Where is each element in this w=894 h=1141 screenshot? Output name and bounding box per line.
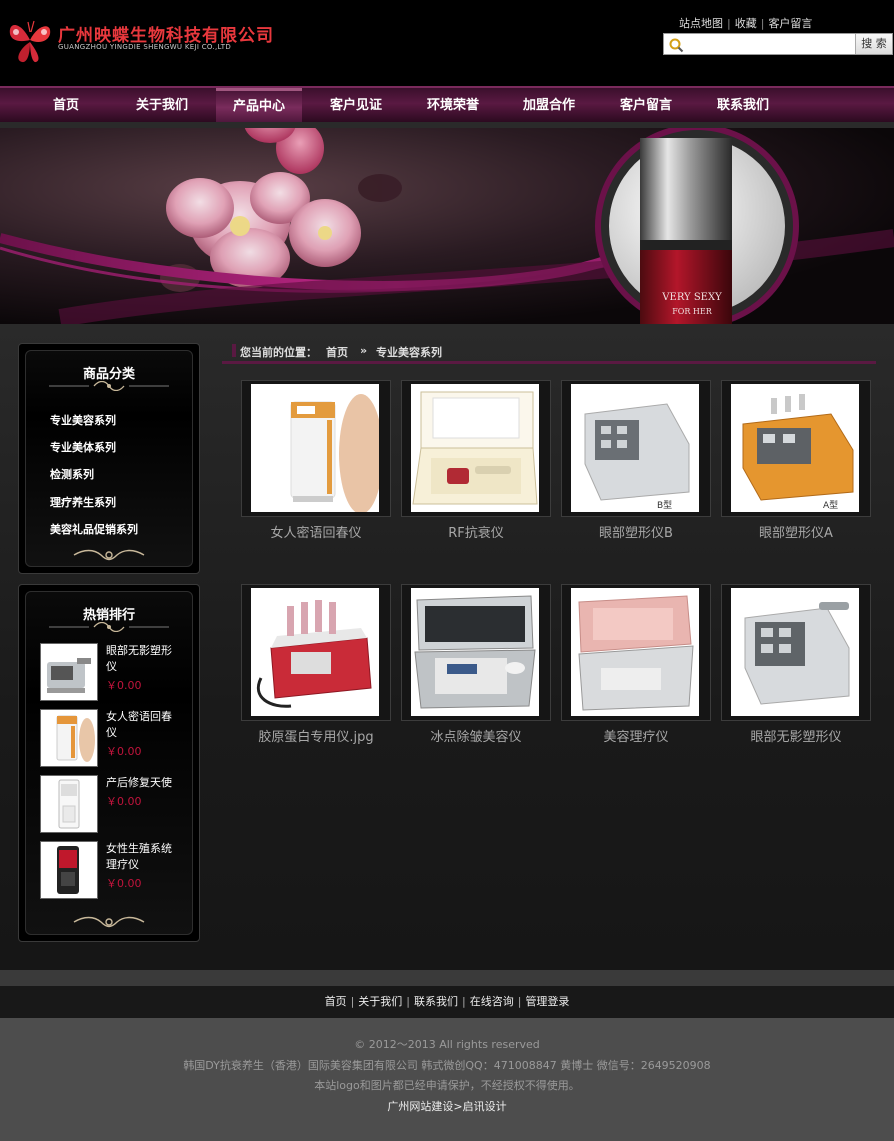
product-tag: A型 xyxy=(823,500,838,511)
hot-item-price: ￥0.00 xyxy=(106,877,142,890)
product-image[interactable] xyxy=(411,384,539,512)
footer-credit-prefix[interactable]: 广州网站建设 xyxy=(387,1100,453,1113)
category-item[interactable]: 美容礼品促销系列 xyxy=(50,521,138,537)
search-input[interactable] xyxy=(686,36,854,52)
product-image[interactable]: A型 xyxy=(731,384,859,512)
nav-item-products[interactable]: 产品中心 xyxy=(216,88,302,124)
footer-credit-link[interactable]: 启讯设计 xyxy=(463,1100,507,1113)
hot-item-price: ￥0.00 xyxy=(106,679,142,692)
hot-item[interactable]: 眼部无影塑形仪 ￥0.00 xyxy=(40,643,190,703)
category-item[interactable]: 理疗养生系列 xyxy=(50,494,116,510)
bookmark-link[interactable]: 收藏 xyxy=(735,17,757,30)
breadcrumb: 您当前的位置： 首页 » 专业美容系列 xyxy=(222,338,876,364)
top-link-separator: | xyxy=(727,17,731,30)
main-content: 商品分类 专业美容系列 专业美体系列 检测系列 理疗养生系列 美容礼品促销系列 xyxy=(0,324,894,970)
category-item[interactable]: 专业美容系列 xyxy=(50,412,116,428)
ornament-divider-icon xyxy=(49,622,169,632)
product-name[interactable]: 冰点除皱美容仪 xyxy=(391,726,561,745)
banner-text-sub: FOR HER xyxy=(672,307,712,316)
logo-company-name-en: GUANGZHOU YINGDIE SHENGWU KEJI CO.,LTD xyxy=(58,43,232,51)
product-name[interactable]: 眼部无影塑形仪 xyxy=(711,726,881,745)
nav-item-home[interactable]: 首页 xyxy=(23,88,109,124)
footer-copyright: © 2012～2013 All rights reserved xyxy=(354,1038,540,1051)
footer-link-home[interactable]: 首页 xyxy=(325,995,347,1008)
top-link-separator: | xyxy=(760,17,765,30)
breadcrumb-home-link[interactable]: 首页 xyxy=(326,344,348,360)
product-name[interactable]: 眼部塑形仪B xyxy=(551,522,721,541)
category-item[interactable]: 专业美体系列 xyxy=(50,439,116,455)
search-icon xyxy=(669,38,684,53)
logo[interactable]: 广州映蝶生物科技有限公司 GUANGZHOU YINGDIE SHENGWU K… xyxy=(6,12,286,70)
hot-item[interactable]: 女人密语回春仪 ￥0.00 xyxy=(40,709,190,769)
hot-item[interactable]: 产后修复天使 ￥0.00 xyxy=(40,775,190,835)
product-image[interactable] xyxy=(251,588,379,716)
top-links: 站点地图 | 收藏 | 客户留言 xyxy=(679,15,812,31)
nav-item-guestbook[interactable]: 客户留言 xyxy=(603,88,689,124)
product-image[interactable] xyxy=(571,588,699,716)
breadcrumb-current: 专业美容系列 xyxy=(376,346,442,359)
footer-link-admin-login[interactable]: 管理登录 xyxy=(525,995,569,1008)
breadcrumb-separator: » xyxy=(360,344,368,357)
footer-link-contact[interactable]: 联系我们 xyxy=(414,995,458,1008)
hot-item-thumbnail[interactable] xyxy=(40,709,98,767)
hot-item-thumbnail[interactable] xyxy=(40,775,98,833)
ornament-divider-icon xyxy=(73,549,145,561)
footer-company: 韩国DY抗衰养生（香港）国际美容集团有限公司 韩式微创QQ：471008847 … xyxy=(183,1059,711,1072)
banner-text-main: VERY SEXY xyxy=(661,292,722,303)
hot-item-name[interactable]: 眼部无影塑形仪 xyxy=(106,643,178,675)
hot-ranking-title: 热销排行 xyxy=(82,608,135,623)
header: 广州映蝶生物科技有限公司 GUANGZHOU YINGDIE SHENGWU K… xyxy=(0,0,894,86)
search-box: 搜 索 xyxy=(663,33,893,55)
hot-item-price: ￥0.00 xyxy=(106,745,142,758)
ornament-divider-icon xyxy=(49,381,169,391)
hot-item-thumbnail[interactable] xyxy=(40,643,98,701)
nav-item-testimonials[interactable]: 客户见证 xyxy=(313,88,399,124)
footer-nav: 首页 | 关于我们 | 联系我们 | 在线咨询 | 管理登录 xyxy=(0,986,894,1018)
product-name[interactable]: 美容理疗仪 xyxy=(551,726,721,745)
footer-divider xyxy=(0,970,894,986)
footer-notice: 本站logo和图片都已经申请保护，不经授权不得使用。 xyxy=(314,1079,580,1092)
product-name[interactable]: 女人密语回春仪 xyxy=(231,522,401,541)
category-title: 商品分类 xyxy=(82,367,135,382)
guestbook-link[interactable]: 客户留言 xyxy=(768,17,812,30)
footer-link-consult[interactable]: 在线咨询 xyxy=(470,995,514,1008)
page: 广州映蝶生物科技有限公司 GUANGZHOU YINGDIE SHENGWU K… xyxy=(0,0,894,1141)
product-tag: B型 xyxy=(657,500,672,511)
product-name[interactable]: 眼部塑形仪A xyxy=(711,522,881,541)
hot-item-name[interactable]: 产后修复天使 xyxy=(106,775,178,791)
hot-item-name[interactable]: 女人密语回春仪 xyxy=(106,709,178,741)
breadcrumb-label: 您当前的位置： xyxy=(240,346,317,359)
footer-credit: 广州网站建设>启讯设计 xyxy=(387,1100,507,1113)
hot-item-name[interactable]: 女性生殖系统理疗仪 xyxy=(106,841,178,873)
banner: VERY SEXY FOR HER xyxy=(0,128,894,324)
category-box: 商品分类 专业美容系列 专业美体系列 检测系列 理疗养生系列 美容礼品促销系列 xyxy=(18,343,200,574)
hot-item-price: ￥0.00 xyxy=(106,795,142,808)
nav-item-franchise[interactable]: 加盟合作 xyxy=(506,88,592,124)
product-name[interactable]: RF抗衰仪 xyxy=(391,522,561,541)
product-image[interactable]: B型 xyxy=(571,384,699,512)
nav-item-contact[interactable]: 联系我们 xyxy=(700,88,786,124)
sitemap-link[interactable]: 站点地图 xyxy=(679,17,723,30)
footer-link-about[interactable]: 关于我们 xyxy=(358,995,402,1008)
main-nav: 首页 关于我们 产品中心 客户见证 环境荣誉 加盟合作 客户留言 联系我们 xyxy=(0,86,894,124)
product-image[interactable] xyxy=(731,588,859,716)
nav-item-about[interactable]: 关于我们 xyxy=(119,88,205,124)
product-image[interactable] xyxy=(411,588,539,716)
search-button[interactable]: 搜 索 xyxy=(855,34,892,54)
hot-item-thumbnail[interactable] xyxy=(40,841,98,899)
product-image[interactable] xyxy=(251,384,379,512)
ornament-divider-icon xyxy=(73,916,145,928)
butterfly-logo-icon xyxy=(9,20,51,63)
category-item[interactable]: 检测系列 xyxy=(50,466,94,482)
hot-item[interactable]: 女性生殖系统理疗仪 ￥0.00 xyxy=(40,841,190,901)
nav-item-honors[interactable]: 环境荣誉 xyxy=(410,88,496,124)
footer: © 2012～2013 All rights reserved 韩国DY抗衰养生… xyxy=(0,1018,894,1141)
banner-graphic: VERY SEXY FOR HER xyxy=(0,128,894,324)
product-name[interactable]: 胶原蛋白专用仪.jpg xyxy=(231,726,401,745)
